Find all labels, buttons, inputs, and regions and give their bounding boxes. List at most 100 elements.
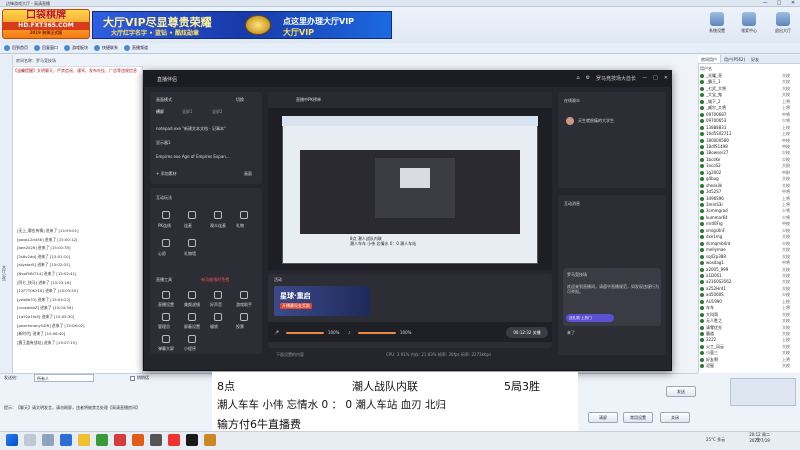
- user-row[interactable]: smigs0nF 少校: [700, 228, 796, 234]
- mic-volume-slider[interactable]: [286, 332, 324, 334]
- interact-item[interactable]: 心愿: [158, 251, 166, 257]
- toolbar-live[interactable]: 直播频道: [124, 45, 148, 51]
- user-row[interactable]: 无人胜之 大校: [700, 318, 796, 324]
- mic-icon[interactable]: 🎤: [274, 330, 279, 335]
- app-icon[interactable]: [204, 434, 216, 446]
- user-row[interactable]: 清零优先 大校: [700, 325, 796, 331]
- speaker-volume-slider[interactable]: [358, 332, 396, 334]
- user-row[interactable]: 1g2002 中尉: [700, 170, 796, 176]
- settings-button[interactable]: 常用设置: [623, 412, 653, 423]
- user-row[interactable]: ad5060S 少校: [700, 292, 796, 298]
- stop-live-button[interactable]: 00:12:32 关播: [506, 327, 548, 338]
- user-avatar[interactable]: 罗马竞技场大酋长: [596, 75, 636, 82]
- user-row[interactable]: a2005_999 大校: [700, 267, 796, 273]
- edge-icon[interactable]: [60, 434, 72, 446]
- settings-icon[interactable]: ⚙: [586, 75, 590, 82]
- system-settings-button[interactable]: 系统设置: [702, 12, 732, 40]
- clock[interactable]: 20:12 周二 2022/7/19: [749, 432, 770, 444]
- tool-item[interactable]: 弹幕大屏: [158, 346, 174, 352]
- user-row[interactable]: a2160S3562 大校: [700, 279, 796, 285]
- interact-item[interactable]: 礼物: [236, 223, 244, 229]
- toolbar-games[interactable]: 游戏板块: [64, 45, 88, 51]
- search-icon[interactable]: [24, 434, 36, 446]
- send-button[interactable]: 发送: [666, 386, 696, 397]
- user-row[interactable]: AU1990 上校: [700, 299, 796, 305]
- user-row[interactable]: 小蛮三 大校: [700, 350, 796, 356]
- user-row[interactable]: a252Hrd1 大校: [700, 286, 796, 292]
- user-row[interactable]: _城下_2 上将: [700, 99, 796, 105]
- donate-button[interactable]: 送礼物·上热门: [566, 314, 614, 322]
- tool-item[interactable]: 屏蔽设置: [184, 324, 200, 330]
- task-view-icon[interactable]: [42, 434, 54, 446]
- close-icon[interactable]: ✕: [664, 75, 668, 82]
- user-row[interactable]: 2222 上校: [700, 337, 796, 343]
- reward-center-button[interactable]: 领奖中心: [734, 12, 764, 40]
- user-row[interactable]: 16d5S02711 上校: [700, 131, 796, 137]
- tab-users[interactable]: 用户(P562): [721, 55, 748, 63]
- maximize-icon[interactable]: □: [772, 0, 786, 7]
- app-icon[interactable]: [114, 434, 126, 446]
- user-row[interactable]: 3cmmgrad 少将: [700, 208, 796, 214]
- user-row[interactable]: _威尔_大将 上将: [700, 105, 796, 111]
- user-row[interactable]: 好友啊 上将: [700, 357, 796, 363]
- toolbar-home[interactable]: 回到首页: [4, 45, 28, 51]
- source-item[interactable]: 显示器1: [156, 140, 171, 146]
- close-button[interactable]: 关闭: [660, 412, 690, 423]
- user-row[interactable]: g4bug 大校: [700, 176, 796, 182]
- add-source-button[interactable]: + 添加素材: [156, 171, 177, 177]
- user-row[interactable]: sheasilk 大校: [700, 183, 796, 189]
- user-row[interactable]: sq42p388 大校: [700, 254, 796, 260]
- user-row[interactable]: 1Bowser27 少校: [700, 150, 796, 156]
- tool-item[interactable]: 投票: [236, 324, 244, 330]
- user-row[interactable]: 车车 上将: [700, 305, 796, 311]
- tool-item[interactable]: 福袋: [210, 324, 218, 330]
- folder-icon[interactable]: [78, 434, 90, 446]
- weather[interactable]: 25°C 多云: [706, 437, 725, 443]
- user-row[interactable]: mrd0Frg 中校: [700, 221, 796, 227]
- app-icon[interactable]: [150, 434, 162, 446]
- scene-tab-portrait2[interactable]: 竖屏2: [212, 109, 223, 115]
- activity-banner[interactable]: 星球·重启 开播赢现金奖励: [274, 286, 370, 316]
- app-icon[interactable]: [168, 434, 180, 446]
- whisper-checkbox[interactable]: 悄悄话: [130, 375, 149, 381]
- user-row[interactable]: _霸王_1 大校: [700, 79, 796, 85]
- tool-item[interactable]: 好声音: [210, 302, 222, 308]
- toolbar-reply[interactable]: 回复窗口: [34, 45, 58, 51]
- scene-tab-landscape[interactable]: 横屏: [156, 109, 164, 115]
- minimize-icon[interactable]: —: [642, 75, 647, 82]
- home-icon[interactable]: ⌂: [576, 75, 579, 82]
- tool-item[interactable]: 美颜滤镜: [184, 302, 200, 308]
- toolbar-contact[interactable]: 快捷联系: [94, 45, 118, 51]
- minimize-icon[interactable]: —: [758, 0, 772, 7]
- speaker-icon[interactable]: ♪: [348, 330, 351, 335]
- ad-box[interactable]: [730, 378, 796, 406]
- scene-view-button[interactable]: 画面: [244, 171, 252, 177]
- online-user[interactable]: 天生就很痛的大学生: [578, 118, 614, 124]
- source-item[interactable]: Empires.exe Age of Empires Expan...: [156, 154, 230, 159]
- left-vertical-label[interactable]: 大厅公告: [1, 265, 7, 281]
- user-row[interactable]: dxe1mg 大校: [700, 234, 796, 240]
- tool-item[interactable]: 直播设置: [158, 302, 174, 308]
- vip-promo-banner[interactable]: 大厅VIP尽显尊贵荣耀 大厅红字名字 • 蓝钻 • 酷炫勋章 点这里办理大厅VI…: [92, 11, 392, 39]
- exit-lobby-button[interactable]: 退出大厅: [768, 12, 798, 40]
- user-row[interactable]: _大宝_鬼 大校: [700, 92, 796, 98]
- close-icon[interactable]: ✕: [786, 0, 800, 7]
- tab-room-users[interactable]: 房间用户: [698, 55, 721, 63]
- start-icon[interactable]: [6, 434, 18, 446]
- scene-tab-portrait1[interactable]: 竖屏1: [182, 109, 193, 115]
- user-row[interactable]: 3d96S96 上将: [700, 196, 796, 202]
- user-row[interactable]: 1ocoS2 大尉: [700, 163, 796, 169]
- tool-item[interactable]: 小程序: [184, 346, 196, 352]
- send-target-select[interactable]: 所有人: [34, 374, 94, 382]
- user-row[interactable]: 大叫哥 大校: [700, 312, 796, 318]
- user-row[interactable]: 1bcsKe 少校: [700, 157, 796, 163]
- app-icon[interactable]: [186, 434, 198, 446]
- user-row[interactable]: 泥屋 大校: [700, 363, 796, 369]
- interact-item[interactable]: 礼物墙: [184, 251, 196, 257]
- user-row[interactable]: _七武_大将 大校: [700, 86, 796, 92]
- user-row[interactable]: kummar64 少将: [700, 215, 796, 221]
- maximize-icon[interactable]: □: [653, 75, 658, 82]
- source-item[interactable]: notepad.exe "新建文本文档 - 记事本": [156, 126, 226, 132]
- user-row[interactable]: mellymae 大校: [700, 247, 796, 253]
- clear-button[interactable]: 清屏: [588, 412, 618, 423]
